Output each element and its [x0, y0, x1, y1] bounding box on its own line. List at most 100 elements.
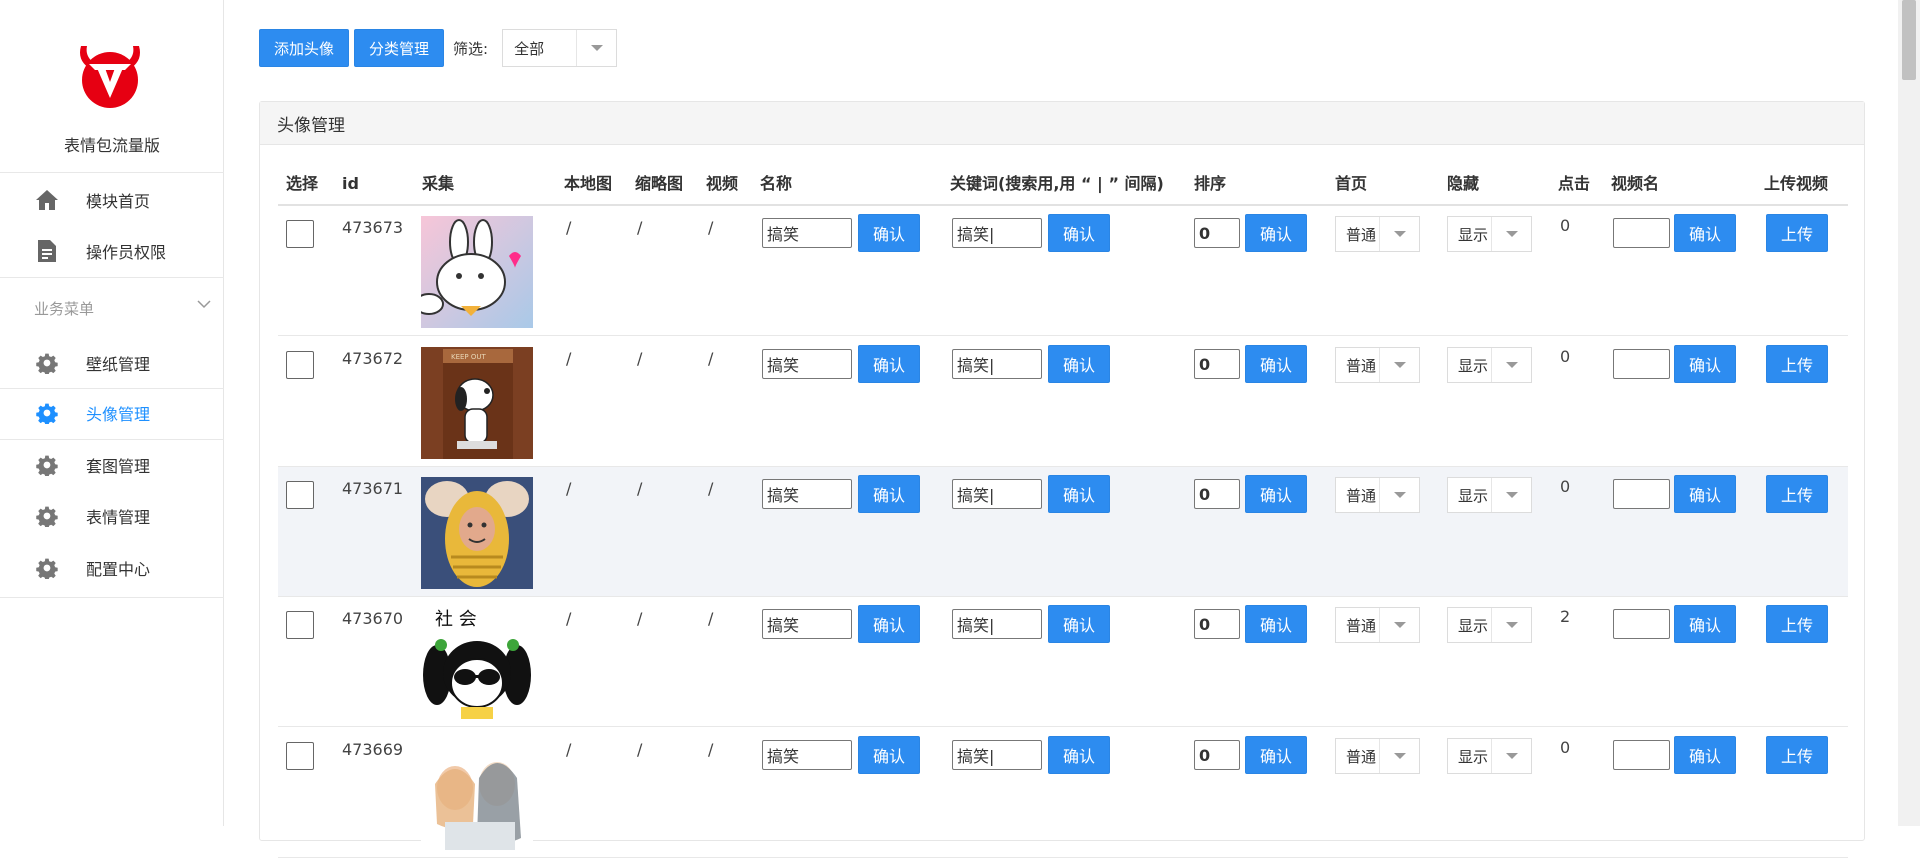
- keywords-confirm-button[interactable]: 确认: [1048, 736, 1110, 774]
- video-name-input[interactable]: [1613, 218, 1670, 248]
- name-input[interactable]: [762, 609, 852, 639]
- upload-video-button[interactable]: 上传: [1766, 736, 1828, 774]
- home-select[interactable]: 普通: [1335, 738, 1420, 774]
- video-name-confirm-button[interactable]: 确认: [1674, 345, 1736, 383]
- gear-icon: [35, 351, 59, 375]
- keywords-input[interactable]: [952, 609, 1042, 639]
- row-select-checkbox[interactable]: [286, 351, 314, 379]
- sort-input[interactable]: [1194, 479, 1240, 509]
- name-confirm-button[interactable]: 确认: [858, 475, 920, 513]
- col-upload-video: 上传视频: [1764, 174, 1829, 193]
- divider: [0, 597, 224, 598]
- video-name-confirm-button[interactable]: 确认: [1674, 736, 1736, 774]
- home-select[interactable]: 普通: [1335, 216, 1420, 252]
- keywords-input[interactable]: [952, 740, 1042, 770]
- name-confirm-button[interactable]: 确认: [858, 345, 920, 383]
- keywords-confirm-button[interactable]: 确认: [1048, 605, 1110, 643]
- toolbar: 添加头像 分类管理 筛选: 全部: [259, 29, 618, 67]
- sort-input[interactable]: [1194, 349, 1240, 379]
- sidebar-item-config[interactable]: 配置中心: [0, 548, 224, 588]
- upload-video-button[interactable]: 上传: [1766, 214, 1828, 252]
- video-name-confirm-button[interactable]: 确认: [1674, 605, 1736, 643]
- visibility-select[interactable]: 显示: [1447, 607, 1532, 643]
- filter-select[interactable]: 全部: [502, 29, 618, 67]
- home-select[interactable]: 普通: [1335, 477, 1420, 513]
- page-scrollbar[interactable]: [1898, 0, 1920, 826]
- upload-video-button[interactable]: 上传: [1766, 605, 1828, 643]
- name-input[interactable]: [762, 218, 852, 248]
- visibility-select[interactable]: 显示: [1447, 738, 1532, 774]
- video-name-confirm-button[interactable]: 确认: [1674, 214, 1736, 252]
- video-name-input[interactable]: [1613, 479, 1670, 509]
- sidebar-item-avatar[interactable]: 头像管理: [0, 393, 224, 433]
- thumbnail-value: /: [637, 349, 643, 368]
- home-select[interactable]: 普通: [1335, 347, 1420, 383]
- sort-input[interactable]: [1194, 740, 1240, 770]
- video-name-input[interactable]: [1613, 349, 1670, 379]
- row-id: 473671: [342, 479, 404, 498]
- bunny-image: [421, 216, 533, 328]
- name-confirm-button[interactable]: 确认: [858, 214, 920, 252]
- name-confirm-button[interactable]: 确认: [858, 605, 920, 643]
- video-name-input[interactable]: [1613, 609, 1670, 639]
- video-name-confirm-button[interactable]: 确认: [1674, 475, 1736, 513]
- name-input[interactable]: [762, 349, 852, 379]
- sort-confirm-button[interactable]: 确认: [1245, 345, 1307, 383]
- col-keywords: 关键词(搜索用,用 “ | ” 间隔): [950, 174, 1164, 193]
- sort-confirm-button[interactable]: 确认: [1245, 475, 1307, 513]
- home-select[interactable]: 普通: [1335, 607, 1420, 643]
- upload-video-button[interactable]: 上传: [1766, 345, 1828, 383]
- thumbnail-value: /: [637, 479, 643, 498]
- visibility-select[interactable]: 显示: [1447, 216, 1532, 252]
- sidebar-item-emoji[interactable]: 表情管理: [0, 496, 224, 536]
- sort-input[interactable]: [1194, 609, 1240, 639]
- keywords-confirm-button[interactable]: 确认: [1048, 475, 1110, 513]
- name-input[interactable]: [762, 479, 852, 509]
- add-avatar-button[interactable]: 添加头像: [259, 29, 350, 67]
- thumbnail-value: /: [637, 609, 643, 628]
- table-row: 473671///确认确认确认普通显示0确认上传: [278, 467, 1848, 597]
- sort-input[interactable]: [1194, 218, 1240, 248]
- category-manage-button[interactable]: 分类管理: [354, 29, 445, 67]
- visibility-select[interactable]: 显示: [1447, 477, 1532, 513]
- sidebar-item-home[interactable]: 模块首页: [0, 180, 224, 220]
- upload-video-button[interactable]: 上传: [1766, 475, 1828, 513]
- keywords-input[interactable]: [952, 479, 1042, 509]
- sort-confirm-button[interactable]: 确认: [1245, 214, 1307, 252]
- sort-confirm-button[interactable]: 确认: [1245, 605, 1307, 643]
- chevron-down-icon: [1379, 739, 1419, 773]
- row-select-checkbox[interactable]: [286, 220, 314, 248]
- chevron-down-icon: [1491, 608, 1531, 642]
- table-row: 473673///确认确认确认普通显示0确认上传: [278, 206, 1848, 336]
- sort-confirm-button[interactable]: 确认: [1245, 736, 1307, 774]
- name-input[interactable]: [762, 740, 852, 770]
- visibility-select-value: 显示: [1458, 616, 1489, 635]
- menu-group-business[interactable]: 业务菜单: [34, 298, 94, 319]
- video-name-input[interactable]: [1613, 740, 1670, 770]
- row-select-checkbox[interactable]: [286, 742, 314, 770]
- sidebar: 表情包流量版 模块首页 操作员权限 业务菜单 壁纸管理 头像管理 套图管理 表情…: [0, 0, 224, 826]
- sidebar-item-operator-permissions[interactable]: 操作员权限: [0, 231, 224, 271]
- visibility-select[interactable]: 显示: [1447, 347, 1532, 383]
- col-home: 首页: [1335, 174, 1368, 193]
- chevron-down-icon: [576, 30, 616, 66]
- video-value: /: [708, 479, 714, 498]
- row-select-checkbox[interactable]: [286, 611, 314, 639]
- row-select-checkbox[interactable]: [286, 481, 314, 509]
- visibility-select-value: 显示: [1458, 747, 1489, 766]
- keywords-input[interactable]: [952, 349, 1042, 379]
- keywords-input[interactable]: [952, 218, 1042, 248]
- sidebar-item-photoset[interactable]: 套图管理: [0, 445, 224, 485]
- keywords-confirm-button[interactable]: 确认: [1048, 345, 1110, 383]
- sidebar-item-label: 操作员权限: [86, 243, 167, 262]
- snoopy-image: KEEP OUT: [421, 347, 533, 459]
- name-confirm-button[interactable]: 确认: [858, 736, 920, 774]
- home-select-value: 普通: [1346, 356, 1377, 375]
- gear-icon: [35, 556, 59, 580]
- divider: [0, 388, 224, 389]
- row-id: 473669: [342, 740, 404, 759]
- chevron-down-icon[interactable]: [196, 296, 212, 312]
- collected-image: 社 会: [421, 607, 533, 719]
- keywords-confirm-button[interactable]: 确认: [1048, 214, 1110, 252]
- sidebar-item-wallpaper[interactable]: 壁纸管理: [0, 343, 224, 383]
